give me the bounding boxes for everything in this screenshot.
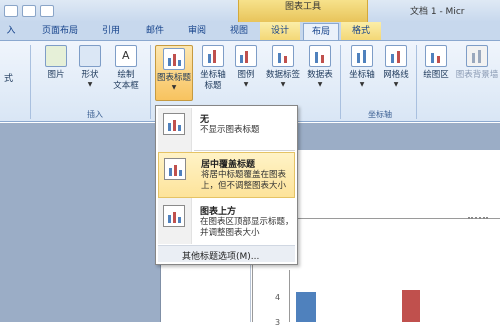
tab-layout[interactable]: 布局 [303,23,339,40]
quick-access-toolbar [0,2,60,20]
axis-title-label-1: 坐标轴 [200,70,226,80]
tab-page-layout[interactable]: 页面布局 [38,22,82,40]
data-labels-button[interactable]: 数据标签 ▼ [264,45,302,88]
tab-references[interactable]: 引用 [96,22,126,40]
gridlines-icon [385,45,407,67]
axes-label: 坐标轴 [349,70,375,80]
menu-item-desc: 在图表区顶部显示标题，并调整图表大小 [200,217,294,238]
data-table-label: 数据表 [307,70,333,80]
tab-review[interactable]: 审阅 [182,22,212,40]
draw-textbox-label-1: 绘制 [117,70,135,80]
menu-item-none[interactable]: 无 不显示图表标题 [158,108,295,148]
chart-none-icon [163,113,185,135]
group-separator [340,45,341,119]
shapes-button[interactable]: 形状 ▼ [72,45,108,88]
plot-area-button[interactable]: 绘图区 [418,45,454,81]
axis-title-label-2: 标题 [204,81,222,91]
draw-textbox-button[interactable]: A 绘制 文本框 [108,45,144,92]
chevron-down-icon: ▼ [317,81,323,88]
chart-bar[interactable] [296,292,316,322]
undo-icon[interactable] [22,5,36,17]
data-table-icon [309,45,331,67]
plot-area-icon [425,45,447,67]
chevron-down-icon: ▼ [171,84,177,91]
chart-wall-label: 图表背景墙 [455,70,499,80]
textbox-icon: A [115,45,137,67]
redo-icon[interactable] [40,5,54,17]
picture-button[interactable]: 图片 [38,45,74,81]
shapes-icon [79,45,101,67]
chart-tools-label: 图表工具 [238,0,368,22]
draw-textbox-label-2: 文本框 [113,81,139,91]
group-separator [30,45,31,119]
chart-wall-icon [466,45,488,67]
chevron-down-icon: ▼ [393,81,399,88]
chart-title-icon [163,48,185,70]
menu-item-centered-overlay[interactable]: 居中覆盖标题 将居中标题覆盖在图表上，但不调整图表大小 [158,152,295,198]
chart-bar[interactable] [402,289,420,322]
axes-button[interactable]: 坐标轴 ▼ [344,45,380,88]
menu-item-above-chart[interactable]: 图表上方 在图表区顶部显示标题，并调整图表大小 [158,200,295,244]
chevron-down-icon: ▼ [243,81,249,88]
shapes-label: 形状 [81,70,99,80]
more-title-options[interactable]: 其他标题选项(M)... [158,245,295,262]
chevron-down-icon: ▼ [87,81,93,88]
chart-y-axis [289,270,290,322]
menu-item-desc: 将居中标题覆盖在图表上，但不调整图表大小 [201,170,287,191]
tab-insert[interactable]: 入 [0,22,22,40]
chevron-down-icon: ▼ [359,81,365,88]
y-tick-label: 4 [275,293,281,302]
gridlines-button[interactable]: 网格线 ▼ [378,45,414,88]
menu-separator [194,150,295,151]
menu-item-title: 图表上方 [200,207,237,217]
plot-area-label: 绘图区 [423,70,449,80]
document-title: 文档 1 - Micr [410,7,465,17]
ribbon-tabs: 入 页面布局 引用 邮件 审阅 视图 设计 布局 格式 [0,22,500,40]
chart-title-button[interactable]: 图表标题 ▼ [155,45,193,101]
legend-label: 图例 [237,70,255,80]
legend-button[interactable]: 图例 ▼ [228,45,264,88]
axes-icon [351,45,373,67]
data-labels-icon [272,45,294,67]
chart-above-icon [163,205,185,227]
tab-design[interactable]: 设计 [260,22,300,40]
data-table-button[interactable]: 数据表 ▼ [302,45,338,88]
chevron-down-icon: ▼ [280,81,286,88]
group-separator [150,45,151,119]
gridlines-label: 网格线 [383,70,409,80]
axis-title-icon [202,45,224,67]
chart-title-label: 图表标题 [156,73,191,83]
menu-item-title: 无 [200,115,210,125]
tab-view[interactable]: 视图 [224,22,254,40]
chart-wall-button[interactable]: 图表背景墙 [454,45,500,81]
group-separator [416,45,417,119]
axis-title-button[interactable]: 坐标轴 标题 [195,45,231,92]
chart-centered-icon [164,158,186,180]
chart-title-menu: 无 不显示图表标题 居中覆盖标题 将居中标题覆盖在图表上，但不调整图表大小 图表… [155,105,298,265]
legend-icon [235,45,257,67]
picture-icon [45,45,67,67]
tab-format[interactable]: 格式 [341,22,381,40]
picture-label: 图片 [47,70,65,80]
insert-group-label: 插入 [87,110,103,119]
resize-handle[interactable] [468,217,488,220]
more-title-options-label: 其他标题选项(M)... [182,252,260,262]
save-icon[interactable] [4,5,18,17]
y-tick-label: 3 [275,318,281,327]
tab-mailings[interactable]: 邮件 [140,22,170,40]
menu-item-title: 居中覆盖标题 [201,160,256,170]
data-labels-label: 数据标签 [265,70,300,80]
axes-group-label: 坐标轴 [368,110,392,119]
menu-item-desc: 不显示图表标题 [200,125,260,135]
left-stub-label: 式 [4,74,14,84]
title-bar: 图表工具 文档 1 - Micr [0,0,500,22]
